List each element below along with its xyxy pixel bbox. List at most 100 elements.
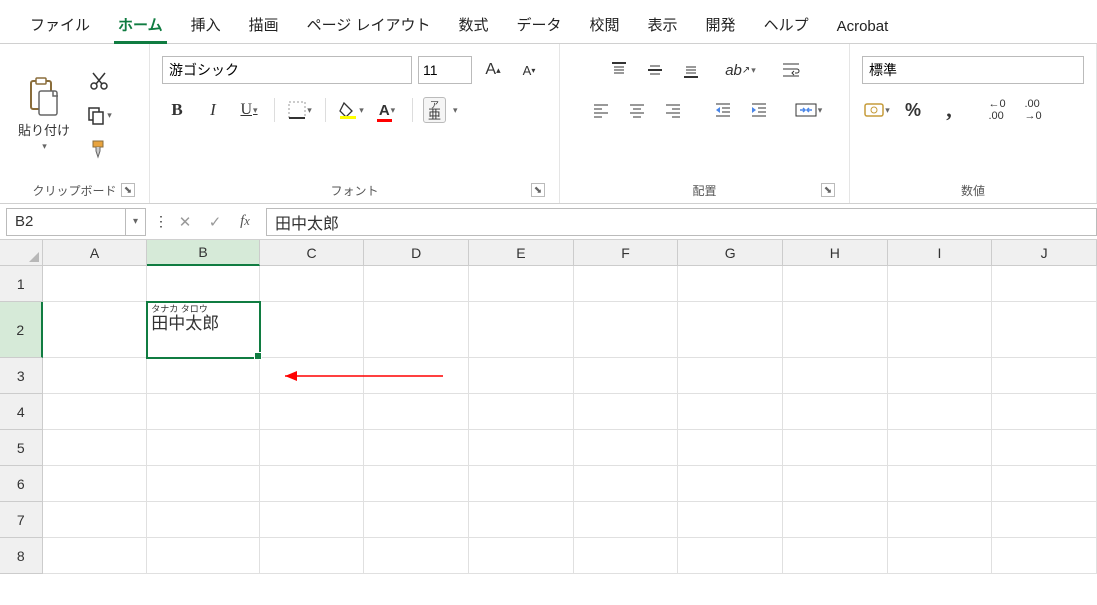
cell-H3[interactable]: [783, 358, 888, 394]
cell-B7[interactable]: [147, 502, 259, 538]
number-format-select[interactable]: [862, 56, 1084, 84]
align-left-button[interactable]: [586, 96, 616, 124]
tab-developer[interactable]: 開発: [692, 4, 750, 43]
fill-color-button[interactable]: ▾: [336, 96, 366, 124]
column-header-C[interactable]: C: [260, 240, 365, 266]
cell-B5[interactable]: [147, 430, 259, 466]
font-name-select[interactable]: [162, 56, 412, 84]
cell-B4[interactable]: [147, 394, 259, 430]
column-header-H[interactable]: H: [783, 240, 888, 266]
column-header-G[interactable]: G: [678, 240, 783, 266]
cell-E4[interactable]: [469, 394, 574, 430]
row-header-7[interactable]: 7: [0, 502, 43, 538]
tab-insert[interactable]: 挿入: [177, 4, 235, 43]
cell-H6[interactable]: [783, 466, 888, 502]
align-middle-button[interactable]: [640, 56, 670, 84]
cell-C3[interactable]: [260, 358, 365, 394]
cell-G4[interactable]: [678, 394, 783, 430]
cell-J5[interactable]: [992, 430, 1097, 466]
cell-F8[interactable]: [574, 538, 679, 574]
row-header-3[interactable]: 3: [0, 358, 43, 394]
cell-D3[interactable]: [364, 358, 469, 394]
cell-F2[interactable]: [574, 302, 679, 358]
cell-F3[interactable]: [574, 358, 679, 394]
row-header-6[interactable]: 6: [0, 466, 43, 502]
cell-H2[interactable]: [783, 302, 888, 358]
cell-C6[interactable]: [260, 466, 365, 502]
column-header-B[interactable]: B: [147, 240, 259, 266]
cell-G1[interactable]: [678, 266, 783, 302]
cell-G7[interactable]: [678, 502, 783, 538]
format-painter-button[interactable]: [84, 135, 114, 163]
cell-E8[interactable]: [469, 538, 574, 574]
phonetic-guide-button[interactable]: ア 亜: [423, 97, 446, 123]
clipboard-dialog-launcher[interactable]: ⬊: [121, 183, 135, 197]
cell-I4[interactable]: [888, 394, 993, 430]
cell-C8[interactable]: [260, 538, 365, 574]
row-header-8[interactable]: 8: [0, 538, 43, 574]
tab-review[interactable]: 校閲: [576, 4, 634, 43]
font-dialog-launcher[interactable]: ⬊: [531, 183, 545, 197]
cell-I2[interactable]: [888, 302, 993, 358]
cell-B3[interactable]: [147, 358, 259, 394]
column-header-I[interactable]: I: [888, 240, 993, 266]
cell-E5[interactable]: [469, 430, 574, 466]
cell-J4[interactable]: [992, 394, 1097, 430]
column-header-A[interactable]: A: [43, 240, 148, 266]
tab-draw[interactable]: 描画: [235, 4, 293, 43]
cell-D7[interactable]: [364, 502, 469, 538]
font-size-select[interactable]: [418, 56, 472, 84]
cell-A8[interactable]: [43, 538, 148, 574]
cell-I7[interactable]: [888, 502, 993, 538]
cell-F1[interactable]: [574, 266, 679, 302]
cell-D6[interactable]: [364, 466, 469, 502]
cell-D2[interactable]: [364, 302, 469, 358]
insert-function-button[interactable]: fx: [232, 209, 258, 235]
cell-G3[interactable]: [678, 358, 783, 394]
cell-J6[interactable]: [992, 466, 1097, 502]
cell-H5[interactable]: [783, 430, 888, 466]
cell-I8[interactable]: [888, 538, 993, 574]
tab-file[interactable]: ファイル: [16, 4, 104, 43]
border-button[interactable]: ▾: [285, 96, 315, 124]
formula-input[interactable]: 田中太郎: [266, 208, 1097, 236]
increase-indent-button[interactable]: [744, 96, 774, 124]
cell-C2[interactable]: [260, 302, 365, 358]
cell-I6[interactable]: [888, 466, 993, 502]
copy-button[interactable]: ▾: [84, 101, 114, 129]
accounting-format-button[interactable]: ▾: [862, 96, 892, 124]
font-color-button[interactable]: A ▾: [372, 96, 402, 124]
cell-D8[interactable]: [364, 538, 469, 574]
cell-F4[interactable]: [574, 394, 679, 430]
column-header-F[interactable]: F: [574, 240, 679, 266]
align-center-button[interactable]: [622, 96, 652, 124]
row-header-2[interactable]: 2: [0, 302, 43, 358]
column-header-D[interactable]: D: [364, 240, 469, 266]
cell-F5[interactable]: [574, 430, 679, 466]
tab-data[interactable]: データ: [503, 4, 576, 43]
cell-B1[interactable]: [147, 266, 259, 302]
cancel-edit-button[interactable]: ✕: [172, 209, 198, 235]
cell-C5[interactable]: [260, 430, 365, 466]
cell-I3[interactable]: [888, 358, 993, 394]
cell-H1[interactable]: [783, 266, 888, 302]
wrap-text-button[interactable]: [776, 56, 806, 84]
bold-button[interactable]: B: [162, 96, 192, 124]
tab-home[interactable]: ホーム: [104, 4, 177, 43]
cell-G6[interactable]: [678, 466, 783, 502]
confirm-edit-button[interactable]: ✓: [202, 209, 228, 235]
cell-J8[interactable]: [992, 538, 1097, 574]
cell-E7[interactable]: [469, 502, 574, 538]
cell-I5[interactable]: [888, 430, 993, 466]
underline-button[interactable]: U▾: [234, 96, 264, 124]
cell-F7[interactable]: [574, 502, 679, 538]
cell-J7[interactable]: [992, 502, 1097, 538]
cell-J1[interactable]: [992, 266, 1097, 302]
align-right-button[interactable]: [658, 96, 688, 124]
cell-B2[interactable]: タナカ タロウ田中太郎: [147, 302, 259, 358]
cell-B8[interactable]: [147, 538, 259, 574]
cell-F6[interactable]: [574, 466, 679, 502]
cell-H7[interactable]: [783, 502, 888, 538]
cell-A5[interactable]: [43, 430, 148, 466]
chevron-down-icon[interactable]: ▾: [453, 105, 458, 116]
